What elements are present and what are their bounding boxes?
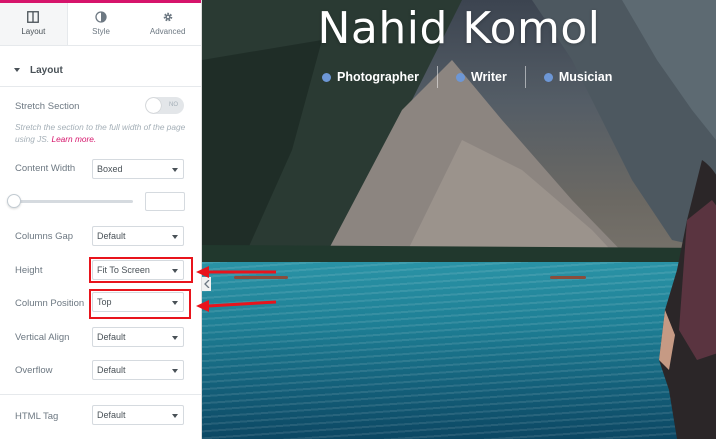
tab-layout-label: Layout	[21, 27, 46, 36]
height-label: Height	[15, 265, 43, 276]
column-position-highlight-box	[89, 289, 191, 319]
role-item: Musician	[543, 70, 613, 84]
role-dot-icon	[543, 72, 553, 82]
toggle-knob	[146, 98, 161, 113]
section-divider	[0, 394, 201, 395]
editor-panel: Layout Style Advanced Layout Stretch Sec…	[0, 0, 202, 439]
html-tag-value: Default	[97, 410, 126, 420]
role-label: Photographer	[337, 70, 419, 84]
preview-canvas: Nahid Komol Photographer Writer Musician	[202, 0, 716, 439]
arrow-head-icon	[196, 266, 209, 278]
panel-tabs: Layout Style Advanced	[0, 3, 201, 46]
role-separator	[524, 66, 526, 88]
columns-gap-label: Columns Gap	[15, 231, 74, 242]
chevron-down-icon	[172, 168, 178, 172]
height-highlight-box	[89, 257, 193, 283]
arrow-head-icon	[196, 300, 209, 312]
columns-gap-select[interactable]: Default	[92, 226, 184, 246]
stretch-description: Stretch the section to the full width of…	[15, 121, 195, 145]
overflow-value: Default	[97, 365, 126, 375]
style-icon	[95, 11, 107, 23]
role-dot-icon	[455, 72, 465, 82]
chevron-down-icon	[172, 235, 178, 239]
overflow-select[interactable]: Default	[92, 360, 184, 380]
chevron-down-icon	[172, 369, 178, 373]
columns-gap-value: Default	[97, 231, 126, 241]
layout-icon	[27, 11, 40, 23]
caret-down-icon	[14, 68, 20, 72]
html-tag-select[interactable]: Default	[92, 405, 184, 425]
role-item: Writer	[455, 70, 507, 84]
stretch-section-label: Stretch Section	[15, 101, 80, 112]
tab-style-label: Style	[92, 27, 110, 36]
content-width-value: Boxed	[97, 164, 123, 174]
content-width-label: Content Width	[15, 163, 76, 174]
content-width-select[interactable]: Boxed	[92, 159, 184, 179]
stretch-section-toggle[interactable]: NO	[145, 97, 184, 114]
tab-advanced[interactable]: Advanced	[134, 3, 201, 45]
role-item: Photographer	[322, 70, 419, 84]
width-slider-handle[interactable]	[7, 194, 21, 208]
tab-layout[interactable]: Layout	[0, 3, 68, 45]
arrow-to-column-position	[207, 300, 277, 308]
tab-advanced-label: Advanced	[149, 27, 186, 36]
stretch-description-text: Stretch the section to the full width of…	[15, 122, 186, 144]
vertical-align-value: Default	[97, 332, 126, 342]
hiker-figure	[659, 160, 716, 439]
role-separator	[436, 66, 438, 88]
column-position-label: Column Position	[15, 298, 85, 309]
learn-more-link[interactable]: Learn more.	[51, 134, 96, 144]
tab-style[interactable]: Style	[68, 3, 135, 45]
chevron-down-icon	[172, 414, 178, 418]
width-slider-track[interactable]	[15, 200, 133, 203]
gear-icon	[162, 11, 174, 23]
hero-name: Nahid Komol	[317, 3, 601, 54]
roles-list: Photographer Writer Musician	[322, 66, 612, 88]
canoe-right	[550, 276, 586, 279]
toggle-text: NO	[169, 102, 178, 108]
vertical-align-label: Vertical Align	[15, 332, 70, 343]
role-label: Writer	[470, 70, 507, 84]
vertical-align-select[interactable]: Default	[92, 327, 184, 347]
role-label: Musician	[558, 70, 613, 84]
width-number-input[interactable]	[145, 192, 185, 211]
overflow-label: Overflow	[15, 365, 53, 376]
html-tag-label: HTML Tag	[15, 411, 59, 422]
role-dot-icon	[322, 72, 331, 82]
section-title: Layout	[30, 64, 63, 76]
layout-section-header[interactable]: Layout	[0, 54, 201, 87]
annotation-arrows	[196, 266, 277, 312]
chevron-down-icon	[172, 336, 178, 340]
